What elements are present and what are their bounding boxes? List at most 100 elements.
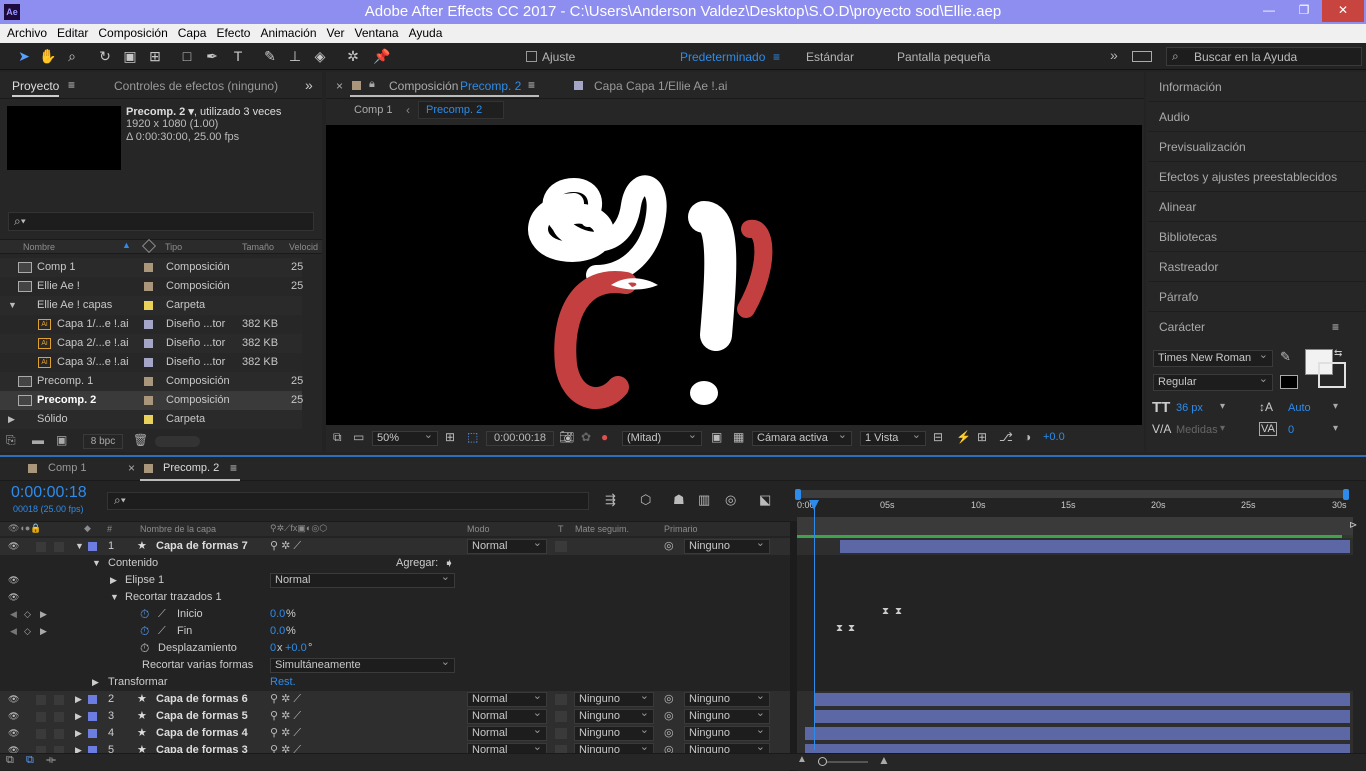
next-keyframe-icon[interactable]: ▶ [40,623,47,640]
trash-icon[interactable]: 🗑 [133,433,148,447]
sync-settings-icon[interactable] [1132,51,1152,62]
contents-row[interactable]: ▼ Contenido Agregar: ➧ [0,555,790,572]
layer-mode-dropdown[interactable]: Normal [467,724,547,741]
expand-arrow-icon[interactable]: ▶ [75,691,82,708]
selected-item-name[interactable]: Precomp. 2 ▾ [126,106,194,118]
folder-expand-icon[interactable]: ▼ [8,296,17,315]
layer-switches-toggle-icon[interactable]: ⧉ [6,754,14,767]
clone-stamp-tool-icon[interactable]: ⊥ [285,47,305,66]
brush-tool-icon[interactable]: ✎ [260,47,280,66]
keyframe-icon[interactable]: ⧗ [836,623,843,634]
project-search-input[interactable]: ⌕▾ [8,212,314,231]
minimize-button[interactable]: — [1255,0,1283,22]
project-item-row[interactable]: Ai Capa 1/...e !.ai Diseño ...tor 382 KB [0,315,302,334]
column-nombre-capa[interactable]: Nombre de la capa [140,524,216,534]
work-area-start-handle[interactable] [795,489,801,500]
menu-editar[interactable]: Editar [52,24,93,43]
comp-button-icon[interactable]: ⊳ [1349,520,1357,531]
track-matte-dropdown[interactable]: Ninguno [574,707,654,724]
layer-name[interactable]: Capa de formas 7 [156,538,248,555]
timeline-tab-precomp2[interactable]: Precomp. 2 [163,462,219,474]
item-label-color[interactable] [144,415,153,424]
layer-parent-dropdown[interactable]: Ninguno [684,538,770,554]
column-tipo[interactable]: Tipo [165,242,182,252]
camera-dropdown[interactable]: Cámara activa [752,429,852,446]
item-label-color[interactable] [144,263,153,272]
label-column-icon[interactable] [141,238,157,254]
draft-3d-icon[interactable]: ⬡ [640,492,651,508]
layer-duration-bar[interactable] [805,727,1350,740]
expand-arrow-icon[interactable]: ▼ [75,538,84,555]
leading-value[interactable]: Auto [1288,402,1311,414]
work-area-end-handle[interactable] [1343,489,1349,500]
thumbnail-size-slider[interactable] [155,436,200,447]
column-nombre[interactable]: Nombre [23,242,55,252]
tracking-dropdown-icon[interactable]: ▾ [1333,423,1338,434]
layer-switches-icon[interactable]: ⚲ ✲ ⟋ [270,725,301,742]
timeline-current-time[interactable]: 0:00:00:18 [11,484,87,502]
timeline-tab-comp1[interactable]: Comp 1 [48,462,87,474]
lock-box[interactable] [54,542,64,552]
stopwatch-icon[interactable]: ⏱ [140,606,149,623]
exposure-value[interactable]: +0.0 [1043,431,1065,443]
layer-viewer-tab[interactable]: Capa Capa 1/Ellie Ae !.ai [594,79,727,93]
project-item-row[interactable]: Precomp. 2 Composición 25 [0,391,303,410]
solo-box[interactable] [36,729,46,739]
layer-row-2[interactable]: 👁 ▶ 2 ★ Capa de formas 6 ⚲ ✲ ⟋ Normal Ninguno ◎ N… [0,690,790,708]
graph-icon[interactable]: ⟋ [158,623,166,640]
layer-parent-dropdown[interactable]: Ninguno [684,690,770,707]
item-label-color[interactable] [144,377,153,386]
close-button[interactable]: ✕ [1322,0,1364,22]
hand-tool-icon[interactable]: ✋ [38,47,58,66]
visibility-eye-icon[interactable]: 👁 [8,589,19,606]
item-label-color[interactable] [144,396,153,405]
item-label-color[interactable] [144,301,153,310]
eraser-tool-icon[interactable]: ◈ [310,47,330,66]
close-tab-icon[interactable]: × [128,461,135,475]
monitor-icon[interactable]: ▭ [353,430,364,444]
menu-capa[interactable]: Capa [173,24,212,43]
font-style-dropdown[interactable]: Regular [1153,372,1273,391]
project-item-row[interactable]: ▼ Ellie Ae ! capas Carpeta [0,296,302,315]
new-folder-icon[interactable]: ▬ [32,433,44,447]
zoom-tool-icon[interactable]: ⌕ [62,47,82,66]
breadcrumb-precomp-2[interactable]: Precomp. 2 [418,101,504,119]
stopwatch-icon[interactable]: ⏱ [140,623,149,640]
reset-exposure-icon[interactable]: ◑ [1024,430,1031,444]
camera-tool-icon[interactable]: ▣ [120,47,140,66]
expand-arrow-icon[interactable]: ▼ [110,589,119,606]
layer-row-1[interactable]: 👁 ▼ 1 ★ Capa de formas 7 ⚲ ✲ ⟋ Normal ◎ … [0,538,790,555]
visibility-eye-icon[interactable]: 👁 [8,725,19,742]
workspace-pantalla-pequena[interactable]: Pantalla pequeña [897,50,990,64]
timeline-icon[interactable]: ⊞ [977,430,987,444]
black-color-swatch[interactable] [1280,375,1298,389]
workspace-menu-icon[interactable]: ≡ [773,50,780,64]
transfer-controls-toggle-icon[interactable]: ⧉ [26,754,34,767]
layer-label-color[interactable] [88,695,97,704]
timeline-nav-bar[interactable] [797,517,1353,535]
expand-arrow-icon[interactable]: ▼ [92,555,101,572]
panel-alinear[interactable]: Alinear [1148,192,1366,222]
project-item-row[interactable]: ▶ Sólido Carpeta [0,410,302,429]
layer-parent-dropdown[interactable]: Ninguno [684,724,770,741]
menu-archivo[interactable]: Archivo [2,24,52,43]
layer-row-3[interactable]: 👁 ▶ 3 ★ Capa de formas 5 ⚲ ✲ ⟋ Normal Ninguno ◎ N… [0,707,790,725]
trim-multiple-dropdown[interactable]: Simultáneamente [270,656,455,673]
hide-shy-layers-icon[interactable]: ☗ [673,492,685,508]
transparency-grid-icon[interactable]: ▦ [733,430,744,444]
comp-mini-flowchart-icon[interactable]: ⇶ [605,492,616,508]
item-label-color[interactable] [144,358,153,367]
snap-checkbox[interactable] [526,51,537,62]
region-of-interest-icon[interactable]: ▣ [711,430,722,444]
project-item-row[interactable]: Precomp. 1 Composición 25 [0,372,303,391]
project-item-row[interactable]: Ai Capa 3/...e !.ai Diseño ...tor 382 KB [0,353,302,372]
project-item-row[interactable]: Ellie Ae ! Composición 25 [0,277,303,296]
preserve-transparency-box[interactable] [555,728,567,739]
preserve-transparency-box[interactable] [555,711,567,722]
keyframe-icon[interactable]: ⧗ [895,606,902,617]
trim-paths-row[interactable]: 👁 ▼ Recortar trazados 1 [0,589,790,606]
fast-previews-icon[interactable]: ⚡ [956,430,971,444]
composition-tab-label[interactable]: Composición [389,79,458,93]
resolution-dropdown[interactable]: (Mitad) [622,429,702,446]
graph-icon[interactable]: ⟋ [158,606,166,623]
